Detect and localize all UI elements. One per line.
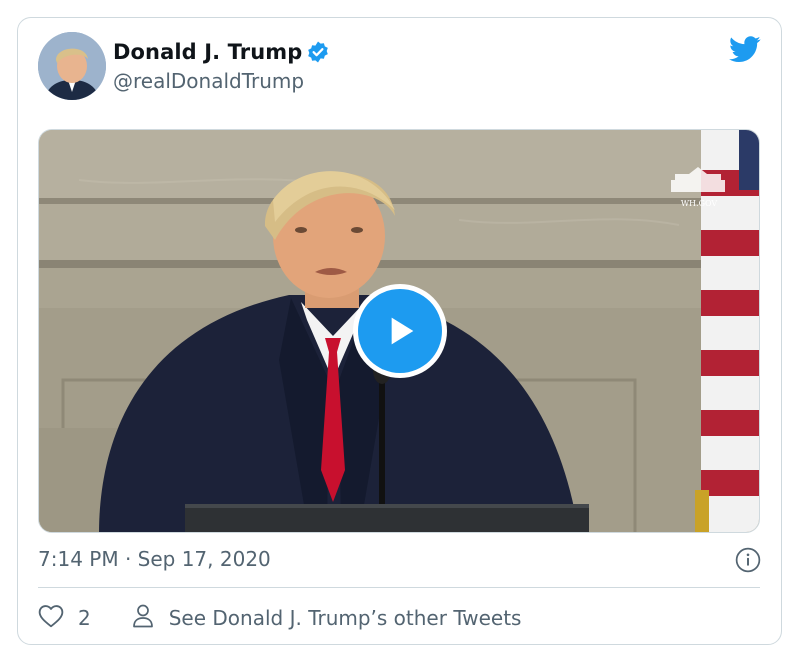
info-icon[interactable]: [735, 547, 761, 577]
play-icon: [391, 317, 414, 345]
like-count: 2: [78, 606, 91, 630]
twitter-bird-icon[interactable]: [729, 36, 761, 67]
tweet-actions: 2 See Donald J. Trump’s other Tweets: [38, 602, 521, 634]
divider: [38, 587, 760, 588]
other-tweets-link[interactable]: See Donald J. Trump’s other Tweets: [131, 603, 522, 633]
verified-badge-icon: [306, 40, 330, 64]
tweet-timestamp[interactable]: 7:14 PM · Sep 17, 2020: [38, 547, 271, 571]
author-name-row: Donald J. Trump: [113, 40, 330, 64]
watermark-text: WH.GOV: [681, 199, 718, 208]
other-tweets-label: See Donald J. Trump’s other Tweets: [168, 606, 522, 630]
author-name[interactable]: Donald J. Trump: [113, 40, 302, 64]
author-handle[interactable]: @realDonaldTrump: [113, 69, 304, 93]
avatar[interactable]: [38, 32, 106, 100]
like-button[interactable]: 2: [38, 604, 91, 632]
play-button[interactable]: [353, 284, 447, 378]
tweet-card[interactable]: Donald J. Trump @realDonaldTrump WH.GOV …: [17, 17, 782, 645]
person-icon: [131, 603, 155, 633]
video-thumbnail[interactable]: WH.GOV: [38, 129, 760, 533]
heart-icon: [38, 604, 64, 632]
